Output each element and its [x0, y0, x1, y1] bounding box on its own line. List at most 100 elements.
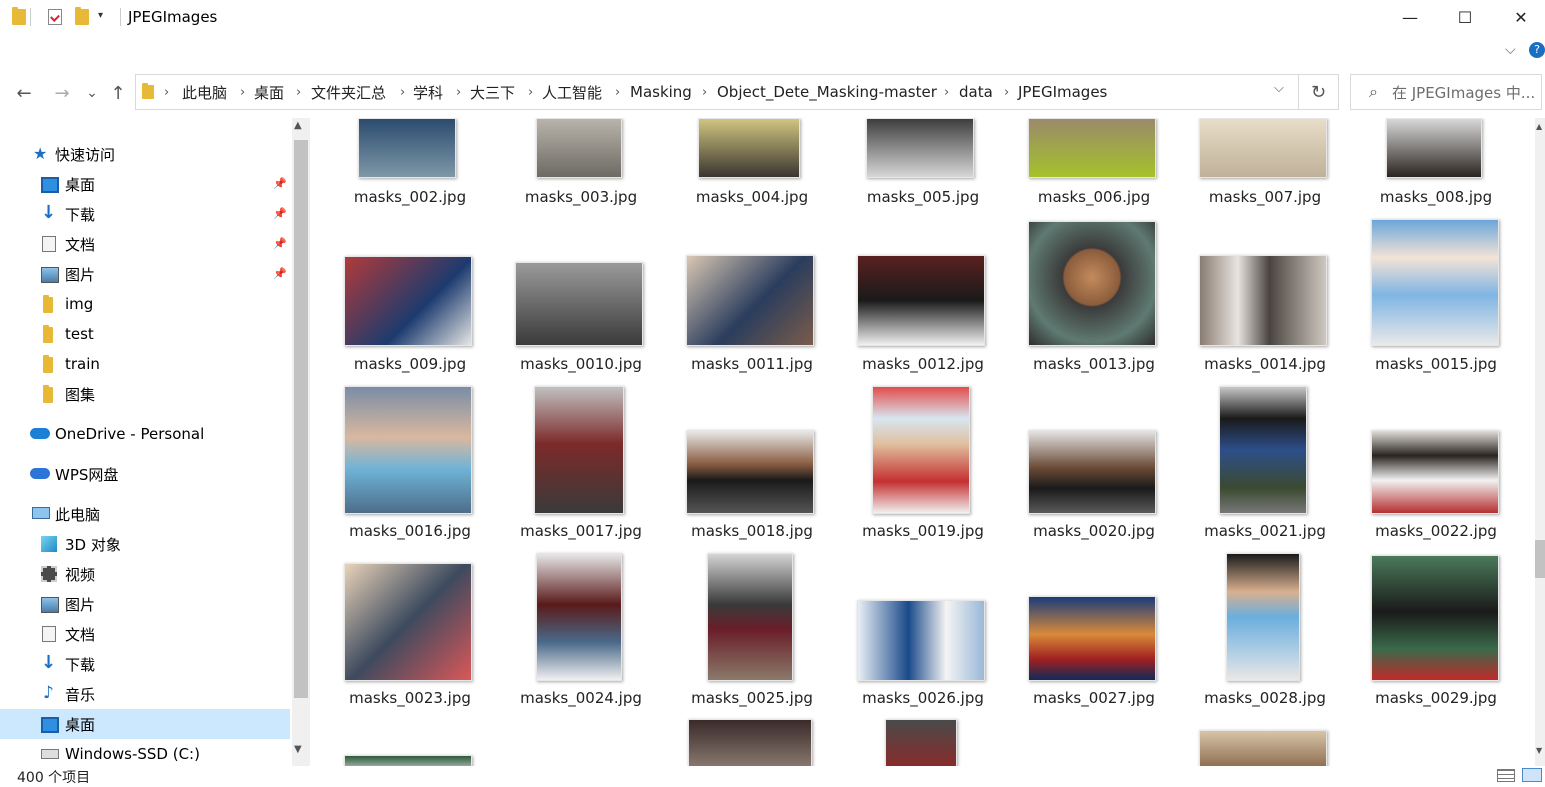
breadcrumb-junior-spring[interactable]: 大三下 [470, 75, 515, 109]
sidebar-item-this-pc[interactable]: 此电脑 [0, 499, 290, 529]
breadcrumb-masking[interactable]: Masking [630, 75, 692, 109]
sidebar-item-videos[interactable]: 视频 [0, 559, 290, 589]
sidebar-item-img[interactable]: img [0, 289, 290, 319]
minimize-button[interactable]: — [1381, 0, 1439, 34]
file-label[interactable]: masks_003.jpg [506, 188, 656, 206]
content-scroll-thumb[interactable] [1535, 540, 1545, 578]
maximize-button[interactable]: ☐ [1436, 0, 1494, 34]
file-label[interactable]: masks_002.jpg [335, 188, 485, 206]
recent-locations-button[interactable]: ⌄ [80, 80, 104, 106]
file-label[interactable]: masks_004.jpg [677, 188, 827, 206]
back-button[interactable]: ← [12, 80, 36, 106]
breadcrumb-ai[interactable]: 人工智能 [542, 75, 602, 109]
sidebar-item-downloads[interactable]: ↓ 下载 📌 [0, 199, 290, 229]
breadcrumb-data[interactable]: data [959, 75, 993, 109]
thumbnail[interactable] [536, 118, 622, 178]
file-label[interactable]: masks_008.jpg [1361, 188, 1511, 206]
thumbnail[interactable] [358, 118, 456, 178]
thumbnail[interactable] [707, 553, 793, 681]
scroll-down-icon[interactable]: ▼ [294, 744, 302, 755]
file-label[interactable]: masks_0017.jpg [506, 522, 656, 540]
sidebar-item-music[interactable]: ♪ 音乐 [0, 679, 290, 709]
breadcrumb-project[interactable]: Object_Dete_Masking-master [717, 75, 937, 109]
file-label[interactable]: masks_0023.jpg [335, 689, 485, 707]
file-label[interactable]: masks_0022.jpg [1361, 522, 1511, 540]
sidebar-scroll-thumb[interactable] [294, 140, 308, 698]
scroll-down-icon[interactable]: ▼ [1536, 746, 1542, 755]
thumbnail[interactable] [1028, 118, 1156, 178]
sidebar-item-downloads-pc[interactable]: ↓ 下载 [0, 649, 290, 679]
thumbnail[interactable] [515, 262, 643, 346]
thumbnail[interactable] [688, 719, 812, 766]
address-bar[interactable]: › 此电脑 › 桌面 › 文件夹汇总 › 学科 › 大三下 › 人工智能 › M… [135, 74, 1299, 110]
sidebar-item-onedrive[interactable]: OneDrive - Personal [0, 419, 290, 449]
sidebar-item-desktop-pc[interactable]: 桌面 [0, 709, 290, 739]
file-label[interactable]: masks_0029.jpg [1361, 689, 1511, 707]
breadcrumb-this-pc[interactable]: 此电脑 [182, 75, 227, 109]
thumbnail[interactable] [686, 430, 814, 514]
sidebar-item-quick-access[interactable]: ★ 快速访问 [0, 139, 290, 169]
file-label[interactable]: masks_009.jpg [335, 355, 485, 373]
new-folder-icon[interactable] [75, 7, 89, 25]
properties-icon[interactable] [48, 9, 62, 25]
file-label[interactable]: masks_0014.jpg [1190, 355, 1340, 373]
sidebar-item-3d-objects[interactable]: 3D 对象 [0, 529, 290, 559]
help-icon[interactable]: ? [1529, 42, 1545, 58]
thumbnail[interactable] [344, 386, 472, 514]
file-label[interactable]: masks_0028.jpg [1190, 689, 1340, 707]
up-button[interactable]: ↑ [106, 80, 130, 106]
thumbnail[interactable] [866, 118, 974, 178]
file-label[interactable]: masks_0025.jpg [677, 689, 827, 707]
file-label[interactable]: masks_0015.jpg [1361, 355, 1511, 373]
scroll-up-icon[interactable]: ▲ [1536, 122, 1542, 131]
thumbnail[interactable] [698, 118, 800, 178]
thumbnail[interactable] [1371, 430, 1499, 514]
content-scrollbar[interactable] [1535, 118, 1545, 766]
file-label[interactable]: masks_0027.jpg [1019, 689, 1169, 707]
thumbnail[interactable] [857, 255, 985, 346]
file-label[interactable]: masks_0013.jpg [1019, 355, 1169, 373]
scroll-up-icon[interactable]: ▲ [294, 120, 302, 131]
breadcrumb-jpegimages[interactable]: JPEGImages [1018, 75, 1107, 109]
file-label[interactable]: masks_0020.jpg [1019, 522, 1169, 540]
file-label[interactable]: masks_0024.jpg [506, 689, 656, 707]
file-label[interactable]: masks_006.jpg [1019, 188, 1169, 206]
close-button[interactable]: ✕ [1492, 0, 1545, 34]
details-view-icon[interactable] [1497, 769, 1515, 782]
chevron-down-icon[interactable]: ⌵ [1505, 42, 1516, 58]
sidebar-item-desktop[interactable]: 桌面 📌 [0, 169, 290, 199]
chevron-down-icon[interactable]: ⌵ [1274, 81, 1284, 96]
file-label[interactable]: masks_0011.jpg [677, 355, 827, 373]
file-label[interactable]: masks_0026.jpg [848, 689, 998, 707]
thumbnail[interactable] [1371, 219, 1499, 346]
thumbnail[interactable] [857, 600, 985, 681]
large-icons-view-icon[interactable] [1522, 768, 1542, 782]
thumbnail[interactable] [536, 553, 622, 681]
sidebar-item-documents-pc[interactable]: 文档 [0, 619, 290, 649]
search-input[interactable]: ⌕ 在 JPEGImages 中... [1350, 74, 1542, 110]
sidebar-item-c-drive[interactable]: Windows-SSD (C:) [0, 739, 290, 766]
file-label[interactable]: masks_005.jpg [848, 188, 998, 206]
thumbnail[interactable] [1199, 255, 1327, 346]
thumbnail[interactable] [1386, 118, 1482, 178]
file-label[interactable]: masks_0016.jpg [335, 522, 485, 540]
sidebar-item-atlas[interactable]: 图集 [0, 379, 290, 409]
thumbnail[interactable] [1371, 555, 1499, 681]
sidebar-item-test[interactable]: test [0, 319, 290, 349]
navigation-pane[interactable]: ★ 快速访问 桌面 📌 ↓ 下载 📌 文档 📌 图片 📌 img test tr… [0, 118, 292, 766]
file-label[interactable]: masks_0010.jpg [506, 355, 656, 373]
file-label[interactable]: masks_0018.jpg [677, 522, 827, 540]
file-label[interactable]: masks_0012.jpg [848, 355, 998, 373]
thumbnail[interactable] [534, 386, 624, 514]
file-label[interactable]: masks_007.jpg [1190, 188, 1340, 206]
thumbnail[interactable] [872, 386, 970, 514]
thumbnail[interactable] [686, 255, 814, 346]
thumbnail[interactable] [344, 256, 472, 346]
breadcrumb-folder-summary[interactable]: 文件夹汇总 [311, 75, 386, 109]
thumbnail[interactable] [1028, 430, 1156, 514]
refresh-button[interactable]: ↻ [1299, 74, 1339, 110]
forward-button[interactable]: → [50, 80, 74, 106]
thumbnail[interactable] [1226, 553, 1300, 681]
breadcrumb-desktop[interactable]: 桌面 [254, 75, 284, 109]
sidebar-item-pictures-pc[interactable]: 图片 [0, 589, 290, 619]
